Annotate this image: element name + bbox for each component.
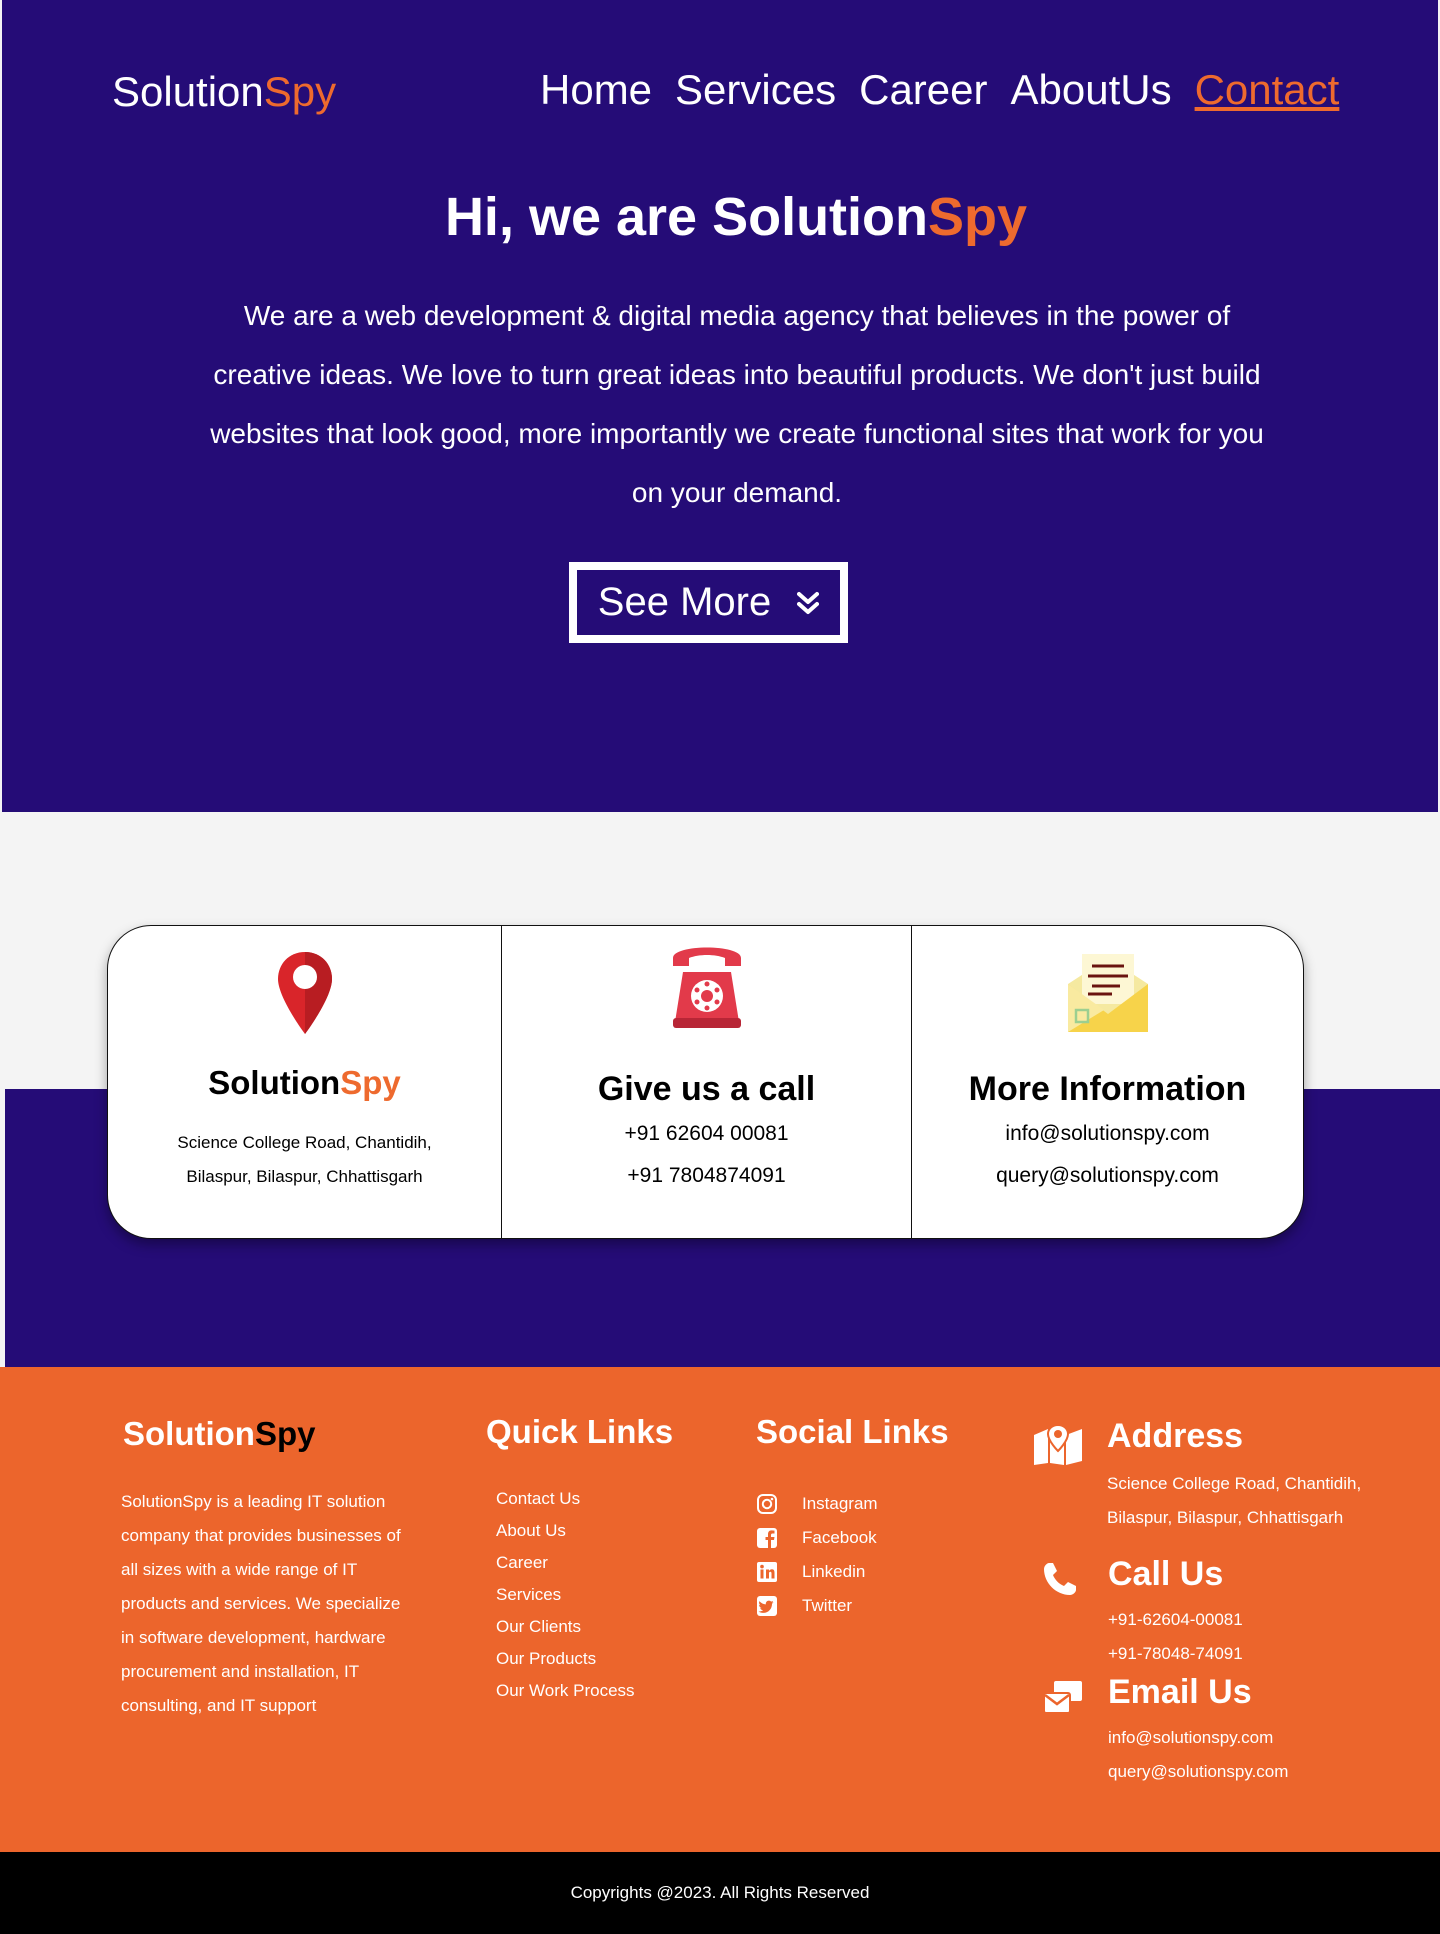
info-card-title: More Information [968,1070,1247,1108]
location-title-part2: Spy [340,1064,401,1101]
call-card: Give us a call +91 62604 00081 +91 78048… [502,926,912,1238]
location-card: SolutionSpy Science College Road, Chanti… [108,926,502,1238]
quick-links-list: Contact Us About Us Career Services Our … [496,1483,635,1707]
nav-home[interactable]: Home [540,66,652,114]
quick-link-contact-us[interactable]: Contact Us [496,1483,635,1515]
address-heading: Address [1107,1417,1244,1455]
call-heading: Call Us [1108,1555,1224,1593]
social-facebook-label: Facebook [802,1528,877,1547]
mail-bulk-icon [1044,1681,1082,1714]
footer-brand-part2: Spy [254,1415,316,1452]
call-phone1[interactable]: +91 62604 00081 [502,1122,911,1146]
social-links-list: Instagram Facebook Linkedin Twitter [756,1487,878,1623]
address-line2: Bilaspur, Bilaspur, Chhattisgarh [1107,1508,1344,1527]
social-twitter-label: Twitter [802,1596,853,1615]
social-linkedin-label: Linkedin [802,1562,866,1581]
map-pin-icon [277,952,332,1034]
nav-services[interactable]: Services [675,66,836,114]
quick-link-services[interactable]: Services [496,1579,635,1611]
location-line2: Bilaspur, Bilaspur, Chhattisgarh [186,1167,423,1186]
social-instagram-label: Instagram [802,1494,878,1513]
hero-title-prefix: Hi, we are Solution [444,187,929,247]
twitter-icon [757,1596,777,1616]
nav-career[interactable]: Career [859,66,987,114]
social-facebook[interactable]: Facebook [756,1521,878,1555]
location-line1: Science College Road, Chantidih, [177,1133,432,1152]
instagram-icon [757,1494,777,1514]
quick-link-work-process[interactable]: Our Work Process [496,1675,635,1707]
call-phone2[interactable]: +91 7804874091 [502,1164,911,1188]
phone-icon [1044,1563,1076,1595]
call-line2[interactable]: +91-78048-74091 [1108,1637,1243,1671]
footer-brand[interactable]: SolutionSpy [123,1415,316,1453]
info-card: More Information info@solutionspy.com qu… [912,926,1303,1238]
hero-title: Hi, we are SolutionSpy [2,186,1440,248]
info-email1[interactable]: info@solutionspy.com [912,1122,1303,1146]
quick-link-career[interactable]: Career [496,1547,635,1579]
brand-part1: Solution [112,68,264,115]
location-address: Science College Road, Chantidih, Bilaspu… [108,1126,501,1194]
see-more-label: See More [597,580,772,624]
call-card-title: Give us a call [597,1070,816,1108]
see-more-button[interactable]: See More [569,562,848,643]
email-line1[interactable]: info@solutionspy.com [1108,1721,1273,1755]
map-icon [1034,1423,1082,1465]
facebook-icon [757,1528,777,1548]
contact-cards: SolutionSpy Science College Road, Chanti… [107,925,1304,1239]
hero-title-suffix: Spy [928,187,1028,247]
double-chevron-down-icon [797,591,820,614]
social-links-heading: Social Links [756,1413,949,1450]
social-instagram[interactable]: Instagram [756,1487,878,1521]
quick-link-our-clients[interactable]: Our Clients [496,1611,635,1643]
nav-contact[interactable]: Contact [1195,66,1340,114]
quick-link-about-us[interactable]: About Us [496,1515,635,1547]
email-line2[interactable]: query@solutionspy.com [1108,1755,1288,1789]
quick-links-heading: Quick Links [486,1413,674,1450]
call-line1[interactable]: +91-62604-00081 [1108,1603,1243,1637]
linkedin-icon [757,1562,777,1582]
footer-brand-part1: Solution [123,1415,255,1452]
hero-description: We are a web development & digital media… [210,300,1264,508]
footer: SolutionSpy SolutionSpy is a leading IT … [0,1367,1440,1852]
copyright-bar: Copyrights @2023. All Rights Reserved [0,1852,1440,1934]
social-linkedin[interactable]: Linkedin [756,1555,878,1589]
nav-aboutus[interactable]: AboutUs [1011,66,1172,114]
info-email2[interactable]: query@solutionspy.com [912,1164,1303,1188]
envelope-icon [1067,954,1148,1032]
hero-section: SolutionSpy Home Services Career AboutUs… [2,0,1438,812]
footer-about-text: SolutionSpy is a leading IT solution com… [121,1492,401,1715]
brand-logo[interactable]: SolutionSpy [112,68,336,116]
telephone-icon [672,947,741,1028]
location-card-title: SolutionSpy [108,1064,501,1102]
location-title-part1: Solution [208,1064,341,1101]
brand-part2: Spy [263,68,337,115]
quick-link-our-products[interactable]: Our Products [496,1643,635,1675]
address-line1: Science College Road, Chantidih, [1107,1474,1362,1493]
email-heading: Email Us [1108,1673,1252,1711]
main-nav: Home Services Career AboutUs Contact [540,66,1339,114]
social-twitter[interactable]: Twitter [756,1589,878,1623]
